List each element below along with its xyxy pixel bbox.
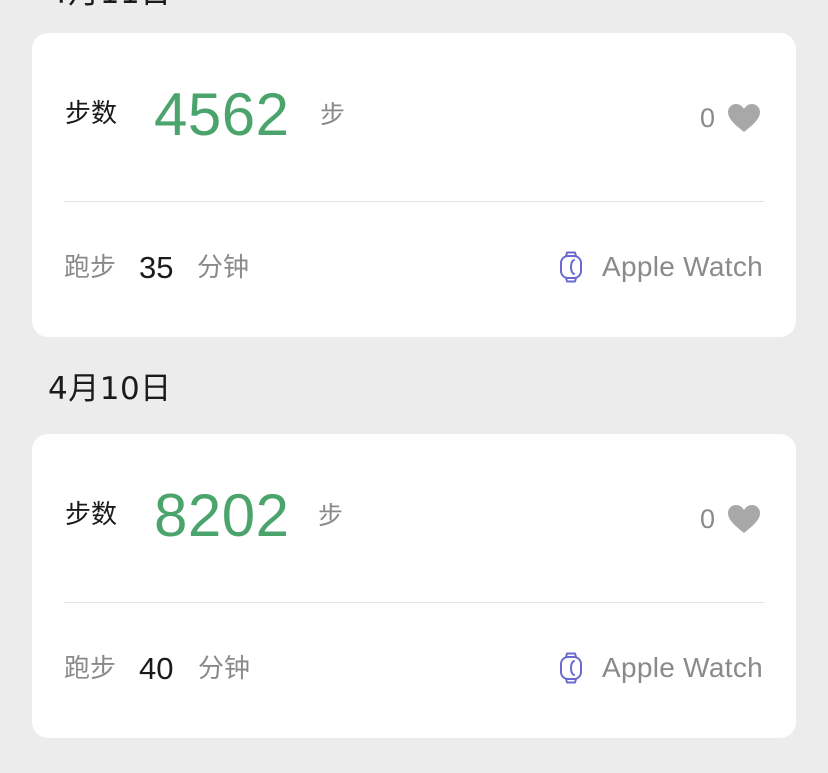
steps-unit: 步 (318, 501, 344, 530)
device-name: Apple Watch (601, 652, 763, 683)
like-count: 0 (699, 503, 715, 534)
steps-label: 步数 (65, 500, 118, 530)
steps-value: 8202 (154, 482, 290, 549)
divider (64, 602, 764, 603)
device-source: Apple Watch (558, 652, 763, 684)
steps-value: 4562 (154, 81, 290, 148)
like-button[interactable]: 0 (700, 102, 761, 134)
like-count: 0 (699, 102, 715, 133)
like-button[interactable]: 0 (700, 503, 761, 535)
steps-row: 步数 8202 步 0 (32, 479, 796, 559)
device-source: Apple Watch (558, 251, 763, 283)
watch-icon (558, 652, 584, 684)
date-header: 4月11日 (48, 0, 172, 9)
running-value: 35 (139, 250, 174, 285)
date-header: 4月10日 (48, 371, 172, 407)
steps-unit: 步 (320, 100, 346, 129)
running-row: 跑步 35 分钟 Apple Watch (32, 247, 796, 291)
heart-icon[interactable] (727, 103, 761, 133)
watch-icon (558, 251, 584, 283)
steps-label: 步数 (65, 99, 118, 129)
divider (64, 201, 764, 202)
running-label: 跑步 (64, 253, 117, 283)
running-row: 跑步 40 分钟 Apple Watch (32, 648, 796, 692)
running-unit: 分钟 (198, 654, 251, 684)
steps-row: 步数 4562 步 0 (32, 78, 796, 158)
activity-card[interactable]: 步数 4562 步 0 跑步 35 分钟 Apple Watch (32, 33, 796, 337)
activity-card[interactable]: 步数 8202 步 0 跑步 40 分钟 Apple Watch (32, 434, 796, 738)
running-label: 跑步 (64, 654, 117, 684)
device-name: Apple Watch (601, 251, 763, 282)
heart-icon[interactable] (727, 504, 761, 534)
running-value: 40 (139, 651, 174, 686)
running-unit: 分钟 (197, 253, 250, 283)
